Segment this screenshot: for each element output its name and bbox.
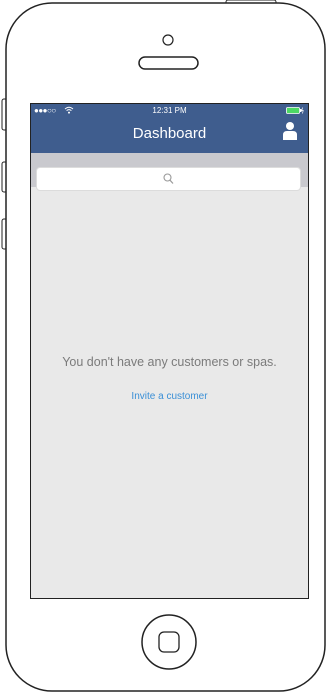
profile-button[interactable] (282, 121, 298, 141)
page-title: Dashboard (132, 125, 207, 142)
battery-icon (286, 107, 304, 114)
empty-state-message: You don't have any customers or spas. (62, 355, 277, 369)
invite-customer-link[interactable]: Invite a customer (31, 391, 308, 402)
navigation-bar: ●●●○○ 12:31 PM Dashboard (31, 104, 308, 153)
search-icon (163, 173, 174, 184)
page: ●●●○○ 12:31 PM Dashboard You don't have … (0, 0, 328, 694)
app-screen: ●●●○○ 12:31 PM Dashboard You don't have … (31, 104, 308, 598)
status-time: 12:31 PM (152, 106, 187, 115)
person-icon (283, 122, 297, 140)
search-bar-area (31, 153, 308, 191)
status-bar: ●●●○○ 12:31 PM (31, 104, 308, 117)
search-input[interactable] (36, 167, 301, 191)
